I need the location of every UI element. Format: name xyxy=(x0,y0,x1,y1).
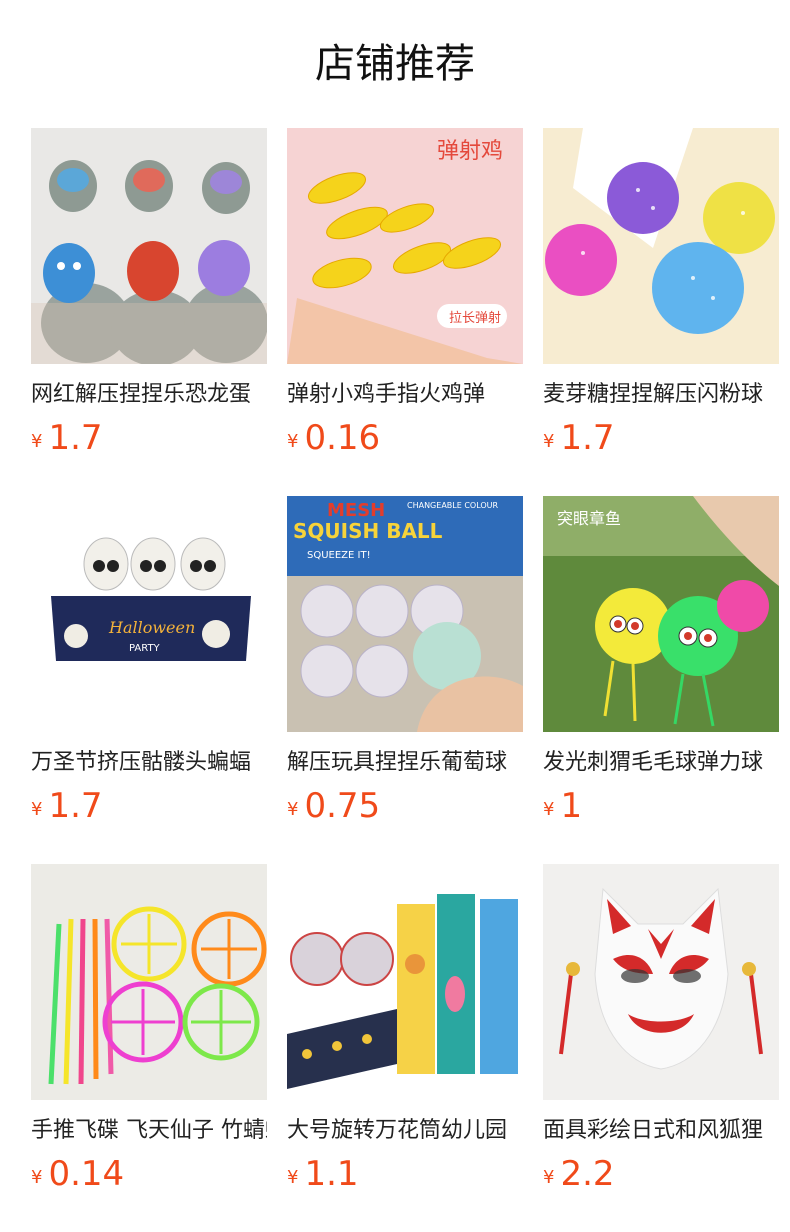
price-value: 1.7 xyxy=(560,418,615,458)
currency-symbol: ¥ xyxy=(543,1167,555,1188)
dinosaur-egg-toy-image[interactable] xyxy=(31,128,267,364)
product-price: ¥1.7 xyxy=(543,418,615,458)
product-card[interactable]: 弹射鸡 拉长弹射 弹射小鸡手指火鸡弹 ¥0.16 xyxy=(287,128,523,458)
currency-symbol: ¥ xyxy=(31,431,43,452)
image-caption: SQUEEZE IT! xyxy=(307,550,371,561)
image-caption: 突眼章鱼 xyxy=(557,509,621,528)
currency-symbol: ¥ xyxy=(287,431,299,452)
currency-symbol: ¥ xyxy=(287,1167,299,1188)
image-caption: PARTY xyxy=(129,643,161,654)
product-name[interactable]: 万圣节挤压骷髅头蝙蝠 xyxy=(31,746,267,780)
image-caption: CHANGEABLE COLOUR xyxy=(407,501,499,510)
product-price: ¥0.14 xyxy=(31,1154,124,1194)
page-title: 店铺推荐 xyxy=(315,41,475,87)
product-name[interactable]: 解压玩具捏捏乐葡萄球 xyxy=(287,746,523,780)
image-caption: MESH xyxy=(327,500,385,521)
product-price: ¥1.1 xyxy=(287,1154,359,1194)
kaleidoscope-image[interactable] xyxy=(287,864,523,1100)
product-name[interactable]: 面具彩绘日式和风狐狸 xyxy=(543,1114,779,1148)
price-value: 2.2 xyxy=(560,1154,615,1194)
currency-symbol: ¥ xyxy=(31,799,43,820)
product-price: ¥0.75 xyxy=(287,786,380,826)
product-card[interactable]: 面具彩绘日式和风狐狸 ¥2.2 xyxy=(543,864,779,1194)
product-name[interactable]: 弹射小鸡手指火鸡弹 xyxy=(287,378,523,412)
product-name[interactable]: 发光刺猬毛毛球弹力球 xyxy=(543,746,779,780)
product-price: ¥1.7 xyxy=(31,418,103,458)
product-card[interactable]: 麦芽糖捏捏解压闪粉球 ¥1.7 xyxy=(543,128,779,458)
currency-symbol: ¥ xyxy=(31,1167,43,1188)
price-value: 1 xyxy=(560,786,583,826)
currency-symbol: ¥ xyxy=(543,431,555,452)
product-name[interactable]: 网红解压捏捏乐恐龙蛋 xyxy=(31,378,267,412)
price-value: 0.16 xyxy=(304,418,381,458)
product-price: ¥2.2 xyxy=(543,1154,615,1194)
price-value: 0.75 xyxy=(304,786,381,826)
product-name[interactable]: 手推飞碟 飞天仙子 竹蜻蜓 xyxy=(31,1114,267,1148)
glitter-ball-image[interactable] xyxy=(543,128,779,364)
product-name[interactable]: 麦芽糖捏捏解压闪粉球 xyxy=(543,378,779,412)
price-value: 1.7 xyxy=(48,418,103,458)
puffer-ball-image[interactable]: 突眼章鱼 xyxy=(543,496,779,732)
product-card[interactable]: 大号旋转万花筒幼儿园 ¥1.1 xyxy=(287,864,523,1194)
currency-symbol: ¥ xyxy=(543,799,555,820)
product-price: ¥1.7 xyxy=(31,786,103,826)
product-price: ¥1 xyxy=(543,786,582,826)
image-caption: Halloween xyxy=(108,618,195,637)
product-name[interactable]: 大号旋转万花筒幼儿园 xyxy=(287,1114,523,1148)
image-caption: SQUISH BALL xyxy=(293,519,443,543)
currency-symbol: ¥ xyxy=(287,799,299,820)
image-caption: 弹射鸡 xyxy=(437,139,503,164)
price-value: 0.14 xyxy=(48,1154,125,1194)
product-card[interactable]: Halloween PARTY 万圣节挤压骷髅头蝙蝠 ¥1.7 xyxy=(31,496,267,826)
product-card[interactable]: MESH SQUISH BALL SQUEEZE IT! CHANGEABLE … xyxy=(287,496,523,826)
product-price: ¥0.16 xyxy=(287,418,380,458)
slingshot-chicken-image[interactable]: 弹射鸡 拉长弹射 xyxy=(287,128,523,364)
product-card[interactable]: 网红解压捏捏乐恐龙蛋 ¥1.7 xyxy=(31,128,267,458)
flying-disc-image[interactable] xyxy=(31,864,267,1100)
halloween-skull-image[interactable]: Halloween PARTY xyxy=(31,496,267,732)
price-value: 1.1 xyxy=(304,1154,359,1194)
price-value: 1.7 xyxy=(48,786,103,826)
fox-mask-image[interactable] xyxy=(543,864,779,1100)
product-card[interactable]: 手推飞碟 飞天仙子 竹蜻蜓 ¥0.14 xyxy=(31,864,267,1194)
image-caption: 拉长弹射 xyxy=(449,310,501,326)
squish-ball-image[interactable]: MESH SQUISH BALL SQUEEZE IT! CHANGEABLE … xyxy=(287,496,523,732)
product-card[interactable]: 突眼章鱼 发光刺猬毛毛球弹力球 ¥1 xyxy=(543,496,779,826)
